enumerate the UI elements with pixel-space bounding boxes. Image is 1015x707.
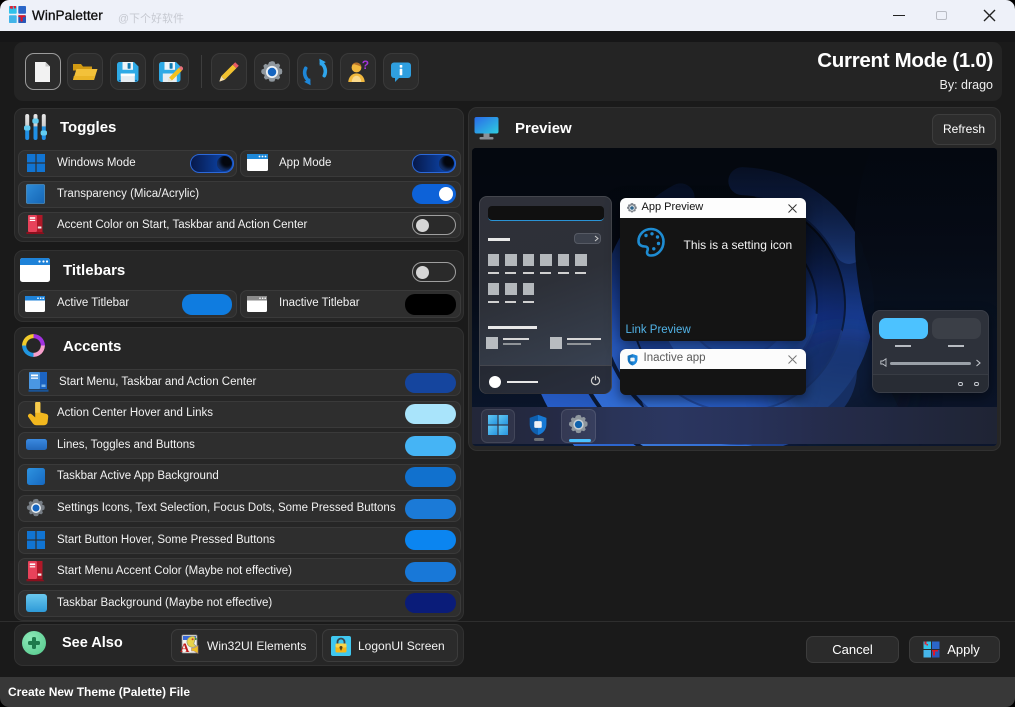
svg-text:?: ? xyxy=(362,59,369,72)
svg-text:A: A xyxy=(180,640,190,655)
